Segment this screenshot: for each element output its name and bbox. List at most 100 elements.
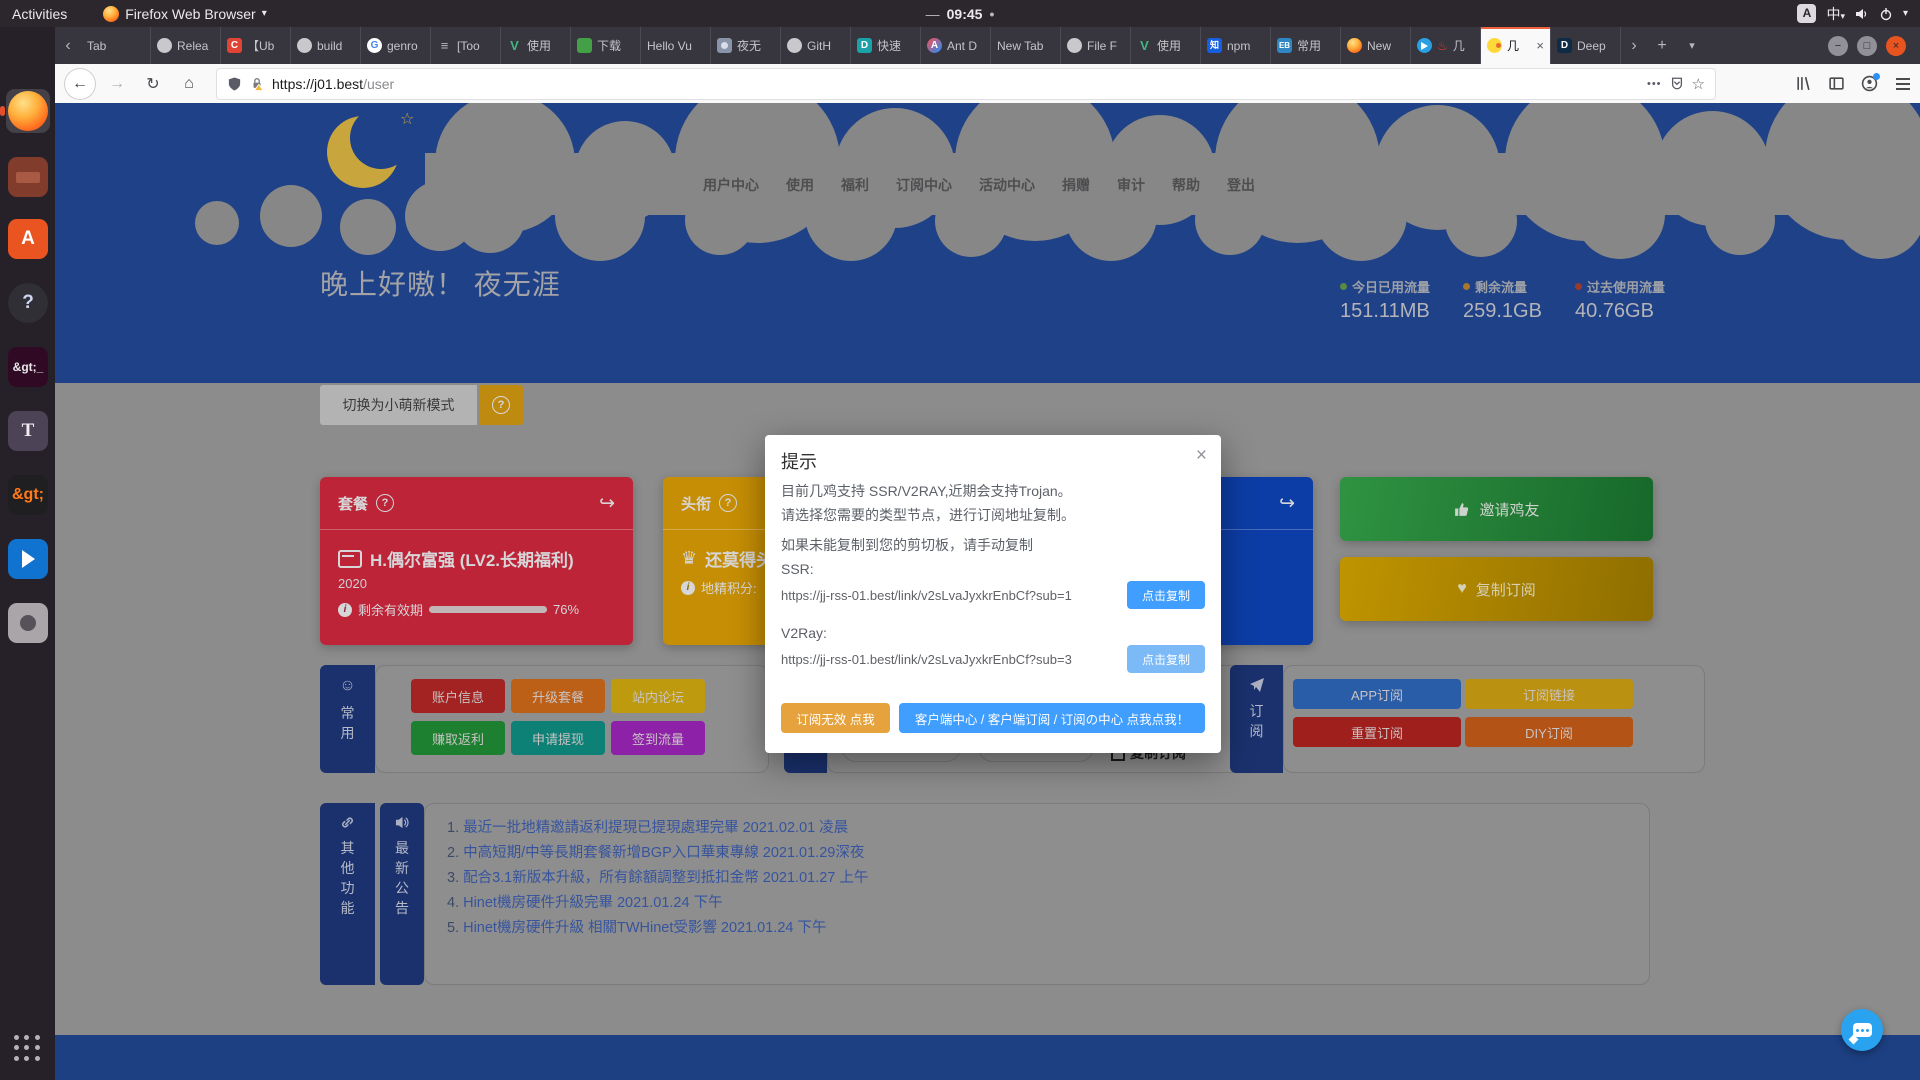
power-icon[interactable] — [1879, 7, 1893, 21]
ssr-copy-button[interactable]: 点击复制 — [1127, 581, 1205, 609]
nav-audit[interactable]: 审计 — [1117, 175, 1145, 195]
page-actions-icon[interactable]: ••• — [1647, 78, 1662, 90]
tab-15[interactable]: V使用 — [1131, 27, 1201, 64]
close-icon[interactable]: × — [1196, 445, 1207, 467]
menu-icon[interactable] — [1896, 78, 1910, 90]
chat-widget-button[interactable] — [1841, 1009, 1883, 1051]
language-indicator[interactable]: 中▾ — [1826, 4, 1845, 24]
sidebar-icon[interactable] — [1828, 75, 1845, 92]
tab-3[interactable]: build — [291, 27, 361, 64]
close-window-button[interactable]: × — [1886, 36, 1906, 56]
volume-icon[interactable] — [1855, 7, 1869, 21]
tab-13[interactable]: New Tab — [991, 27, 1061, 64]
dock-ubuntu-software[interactable]: A — [6, 217, 50, 261]
dock-text-editor[interactable]: T — [6, 409, 50, 453]
tab-9[interactable]: 夜无 — [711, 27, 781, 64]
mode-toggle-button[interactable]: 切换为小萌新模式 — [320, 385, 477, 425]
dock-help[interactable]: ? — [6, 281, 50, 325]
show-applications-button[interactable] — [14, 1035, 41, 1062]
nav-welfare[interactable]: 福利 — [841, 175, 869, 195]
nav-logout[interactable]: 登出 — [1227, 175, 1255, 195]
dock-app-red[interactable] — [6, 155, 50, 199]
tab-19[interactable]: ♨几 — [1411, 27, 1481, 64]
tab-1[interactable]: Relea — [151, 27, 221, 64]
tab-5[interactable]: ≡[Too — [431, 27, 501, 64]
activities-button[interactable]: Activities — [12, 6, 67, 22]
tab-7[interactable]: 下载 — [571, 27, 641, 64]
library-icon[interactable] — [1795, 75, 1812, 92]
common-tab[interactable]: ☺ 常用 — [320, 665, 375, 773]
tab-11[interactable]: D快速 — [851, 27, 921, 64]
nav-help[interactable]: 帮助 — [1172, 175, 1200, 195]
nav-subscription-center[interactable]: 订阅中心 — [896, 175, 952, 195]
announcement-link[interactable]: 最近一批地精邀請返利提現已提現處理完畢 2021.02.01 凌晨 — [463, 820, 848, 836]
announcement-link[interactable]: 中高短期/中等長期套餐新增BGP入口華東專線 2021.01.29深夜 — [463, 845, 864, 861]
diy-subscription-button[interactable]: DIY订阅 — [1465, 717, 1633, 747]
nav-activity-center[interactable]: 活动中心 — [979, 175, 1035, 195]
tab-12[interactable]: AAnt D — [921, 27, 991, 64]
announcement-link[interactable]: 配合3.1新版本升級，所有餘額調整到抵扣金幣 2021.01.27 上午 — [463, 870, 868, 886]
dock-screenshot-tool[interactable] — [6, 601, 50, 645]
new-tab-button[interactable]: + — [1647, 27, 1677, 64]
clock[interactable]: — 09:45 • — [926, 6, 995, 22]
v2ray-copy-button[interactable]: 点击复制 — [1127, 645, 1205, 673]
account-button[interactable] — [1861, 75, 1878, 92]
maximize-button[interactable]: □ — [1857, 36, 1877, 56]
app-menu[interactable]: Firefox Web Browser ▾ — [103, 6, 266, 22]
account-info-button[interactable]: 账户信息 — [411, 679, 505, 713]
nav-donate[interactable]: 捐赠 — [1062, 175, 1090, 195]
tab-10[interactable]: GitH — [781, 27, 851, 64]
copy-subscription-button[interactable]: ♥ 复制订阅 — [1340, 557, 1653, 621]
announcement-link[interactable]: Hinet機房硬件升級 相關TWHinet受影響 2021.01.24 下午 — [463, 920, 826, 936]
tab-17[interactable]: EB常用 — [1271, 27, 1341, 64]
subscription-tab[interactable]: 订阅 — [1230, 665, 1283, 773]
bookmark-star-icon[interactable]: ☆ — [1692, 75, 1705, 93]
tab-4[interactable]: Ggenro — [361, 27, 431, 64]
forward-button[interactable]: → — [103, 70, 131, 98]
nav-user-center[interactable]: 用户中心 — [703, 175, 759, 195]
tab-18[interactable]: New — [1341, 27, 1411, 64]
other-functions-tab[interactable]: 其他功能 — [320, 803, 375, 985]
tab-16[interactable]: 知npm — [1201, 27, 1271, 64]
question-icon[interactable]: ? — [376, 494, 394, 512]
invite-friends-button[interactable]: 邀请鸡友 — [1340, 477, 1653, 541]
dock-vscode[interactable] — [6, 537, 50, 581]
tab-8[interactable]: Hello Vu — [641, 27, 711, 64]
scroll-tabs-left-button[interactable]: ‹ — [55, 27, 81, 64]
share-icon[interactable]: ↪ — [599, 492, 615, 515]
earn-rebate-button[interactable]: 赚取返利 — [411, 721, 505, 755]
dock-terminal[interactable]: &gt;_ — [6, 345, 50, 389]
url-bar[interactable]: https://j01.best/user ••• ☆ — [217, 69, 1715, 99]
tab-6[interactable]: V使用 — [501, 27, 571, 64]
tab-14[interactable]: File F — [1061, 27, 1131, 64]
minimize-button[interactable]: − — [1828, 36, 1848, 56]
subscription-link-button[interactable]: 订阅链接 — [1465, 679, 1633, 709]
scroll-tabs-right-button[interactable]: › — [1621, 27, 1647, 64]
close-tab-icon[interactable]: × — [1536, 38, 1544, 53]
subscription-invalid-button[interactable]: 订阅无效 点我 — [781, 703, 890, 733]
upgrade-plan-button[interactable]: 升级套餐 — [511, 679, 605, 713]
forum-button[interactable]: 站内论坛 — [611, 679, 705, 713]
withdraw-button[interactable]: 申请提现 — [511, 721, 605, 755]
checkin-traffic-button[interactable]: 签到流量 — [611, 721, 705, 755]
list-all-tabs-button[interactable]: ▾ — [1677, 27, 1707, 64]
chevron-down-icon[interactable]: ▾ — [1903, 8, 1908, 19]
nav-usage[interactable]: 使用 — [786, 175, 814, 195]
app-subscription-button[interactable]: APP订阅 — [1293, 679, 1461, 709]
tab-21[interactable]: DDeep — [1551, 27, 1621, 64]
save-to-pocket-icon[interactable] — [1670, 76, 1684, 91]
shield-icon[interactable] — [227, 76, 242, 92]
dock-firefox[interactable] — [6, 89, 50, 133]
share-icon[interactable]: ↪ — [1279, 492, 1295, 515]
input-method-icon[interactable]: A — [1797, 4, 1816, 23]
tab-2[interactable]: C【Ub — [221, 27, 291, 64]
client-center-button[interactable]: 客户端中心 / 客户端订阅 / 订阅の中心 点我点我！ — [899, 703, 1205, 733]
reset-subscription-button[interactable]: 重置订阅 — [1293, 717, 1461, 747]
mode-toggle-help-button[interactable]: ? — [479, 385, 523, 425]
home-button[interactable]: ⌂ — [175, 70, 203, 98]
back-button[interactable]: ← — [65, 69, 95, 99]
announcement-link[interactable]: Hinet機房硬件升級完畢 2021.01.24 下午 — [463, 895, 722, 911]
tab-0[interactable]: Tab — [81, 27, 151, 64]
lock-warning-icon[interactable] — [250, 76, 264, 91]
latest-announcements-tab[interactable]: 最新公告 — [380, 803, 424, 985]
